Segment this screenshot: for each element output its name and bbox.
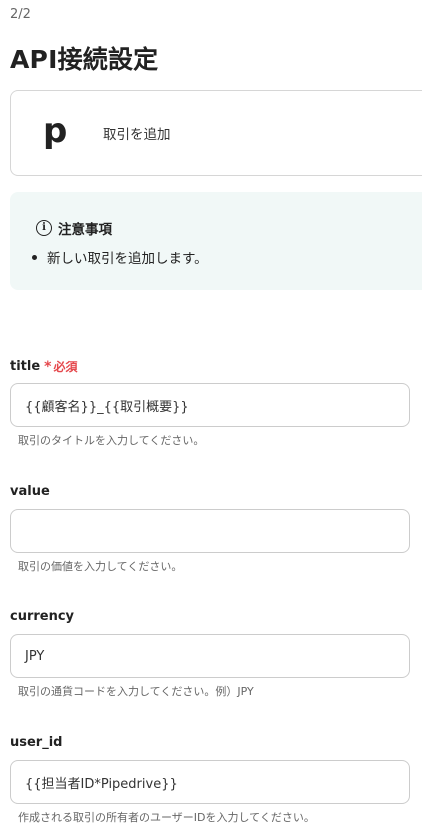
required-star-icon: * bbox=[44, 358, 52, 375]
field-label-text: title bbox=[10, 359, 41, 374]
required-badge: 必須 bbox=[53, 360, 78, 374]
field-label-title: title * 必須 bbox=[10, 358, 78, 375]
page-title: API接続設定 bbox=[10, 45, 159, 74]
info-icon: i bbox=[36, 220, 52, 236]
notice-item-text: 新しい取引を追加します。 bbox=[47, 251, 208, 267]
action-label: 取引を追加 bbox=[103, 127, 171, 143]
step-indicator: 2/2 bbox=[10, 7, 31, 22]
user-id-input[interactable]: {{担当者ID*Pipedrive}} bbox=[10, 760, 410, 804]
field-label-user-id: user_id bbox=[10, 735, 62, 750]
value-help-text: 取引の価値を入力してください。 bbox=[18, 560, 183, 573]
field-label-text: value bbox=[10, 484, 50, 499]
title-help-text: 取引のタイトルを入力してください。 bbox=[18, 434, 205, 447]
field-label-text: currency bbox=[10, 609, 75, 624]
field-label-text: user_id bbox=[10, 735, 63, 750]
currency-help-text: 取引の通貨コードを入力してください。例）JPY bbox=[18, 685, 254, 698]
user-id-help-text: 作成される取引の所有者のユーザーIDを入力してください。 bbox=[18, 811, 315, 824]
api-settings-page: 2/2 API接続設定 p 取引を追加 i 注意事項 新しい取引を追加します。 … bbox=[0, 0, 422, 833]
title-input[interactable]: {{顧客名}}_{{取引概要}} bbox=[10, 383, 410, 427]
notice-list: 新しい取引を追加します。 bbox=[32, 247, 208, 267]
field-label-currency: currency bbox=[10, 609, 74, 624]
bullet-icon bbox=[32, 254, 37, 260]
notice-header: i 注意事項 bbox=[36, 218, 112, 238]
notice-item: 新しい取引を追加します。 bbox=[32, 247, 208, 267]
value-input[interactable] bbox=[10, 509, 410, 553]
notice-box: i 注意事項 新しい取引を追加します。 bbox=[10, 192, 422, 290]
currency-input[interactable]: JPY bbox=[10, 634, 410, 678]
notice-title: 注意事項 bbox=[58, 222, 112, 238]
pipedrive-logo-icon: p bbox=[43, 111, 68, 151]
field-label-value: value bbox=[10, 484, 50, 499]
app-action-card[interactable]: p 取引を追加 bbox=[10, 90, 422, 176]
